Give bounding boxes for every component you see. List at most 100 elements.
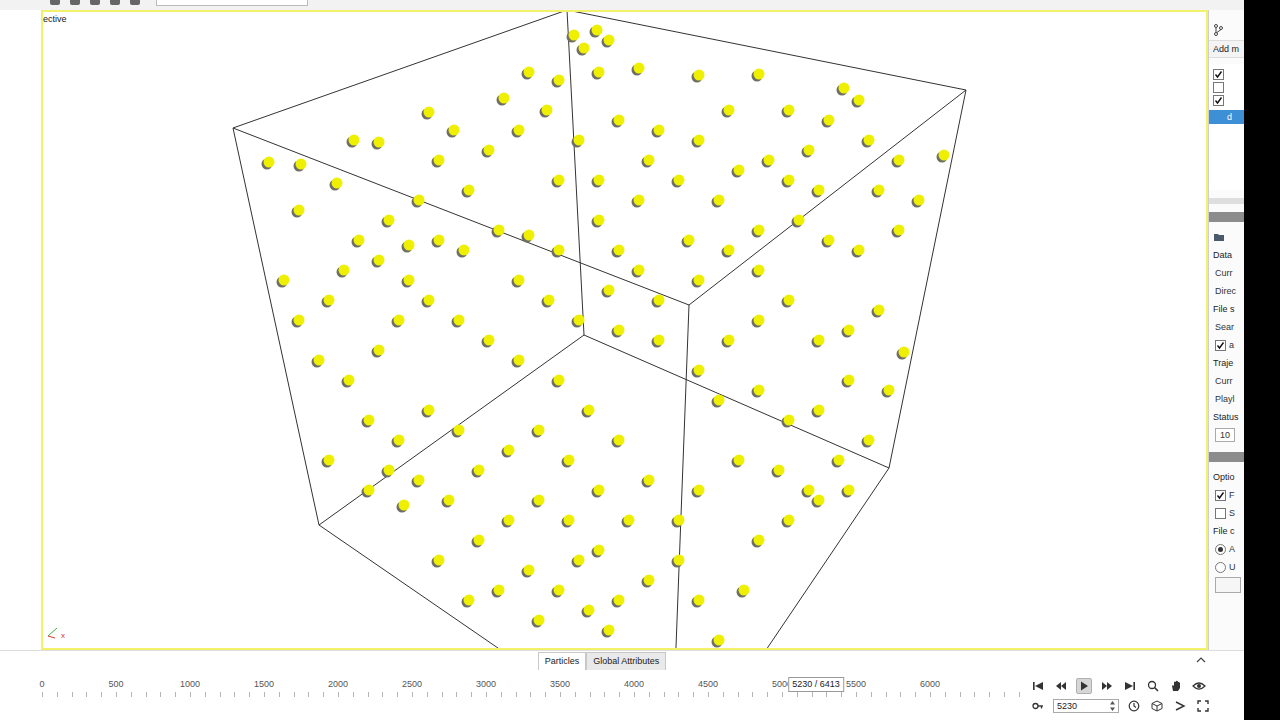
radio-row[interactable]: U xyxy=(1209,558,1244,576)
particle xyxy=(346,135,359,148)
panel-button[interactable] xyxy=(1209,576,1244,594)
particle xyxy=(471,465,484,478)
pipeline-icon[interactable] xyxy=(1213,24,1223,36)
orbit-button[interactable] xyxy=(1191,678,1207,694)
checkbox[interactable] xyxy=(1213,69,1224,80)
tick-label: 6000 xyxy=(920,679,940,689)
particle xyxy=(691,485,704,498)
particle xyxy=(491,585,504,598)
viewport[interactable]: ective x xyxy=(41,10,1208,650)
particle xyxy=(851,95,864,108)
particle xyxy=(711,395,724,408)
tab[interactable]: Particles xyxy=(538,652,587,670)
toolbar-icon[interactable] xyxy=(50,0,60,5)
fov-button[interactable] xyxy=(1172,698,1188,714)
particle xyxy=(561,455,574,468)
particle xyxy=(329,178,342,191)
particle xyxy=(721,245,734,258)
radio-button[interactable] xyxy=(1215,544,1226,555)
particle xyxy=(731,455,744,468)
particle xyxy=(831,455,844,468)
particle xyxy=(539,105,552,118)
forward-button[interactable] xyxy=(1099,678,1115,694)
particle xyxy=(441,495,454,508)
animation-settings-button[interactable] xyxy=(1126,698,1142,714)
chevron-up-icon[interactable] xyxy=(1196,656,1206,664)
tab[interactable]: Global Attributes xyxy=(586,652,666,670)
particle xyxy=(421,107,434,120)
maximize-button[interactable] xyxy=(1195,698,1211,714)
checkbox-row[interactable]: a xyxy=(1209,336,1244,354)
particle xyxy=(531,615,544,628)
particle xyxy=(811,335,824,348)
particle-scene[interactable] xyxy=(43,12,1207,648)
cell-edge xyxy=(319,335,584,525)
tick-label: 2500 xyxy=(402,679,422,689)
pan-button[interactable] xyxy=(1168,678,1184,694)
add-modification-button[interactable]: Add m xyxy=(1209,40,1244,58)
particle xyxy=(431,155,444,168)
check-icon xyxy=(1214,70,1223,79)
particle xyxy=(341,375,354,388)
zoom-all-button[interactable] xyxy=(1149,698,1165,714)
arrow-icon xyxy=(1174,700,1186,712)
checkbox[interactable] xyxy=(1213,95,1224,106)
toolbar-icon[interactable] xyxy=(130,0,140,5)
tick-marks xyxy=(42,692,1020,697)
radio-row[interactable]: A xyxy=(1209,540,1244,558)
particle xyxy=(751,385,764,398)
particle xyxy=(581,405,594,418)
toolbar-icon[interactable] xyxy=(70,0,80,5)
field-label: Curr xyxy=(1209,372,1244,390)
particle xyxy=(711,635,724,648)
checkbox[interactable] xyxy=(1215,490,1226,501)
particle xyxy=(736,585,749,598)
toolbar-icon[interactable] xyxy=(90,0,100,5)
particle xyxy=(421,295,434,308)
zoom-button[interactable] xyxy=(1145,678,1161,694)
pipeline-item[interactable]: d xyxy=(1209,110,1244,124)
particle xyxy=(881,385,894,398)
checkbox-row[interactable]: F xyxy=(1209,486,1244,504)
particle xyxy=(631,195,644,208)
first-button[interactable] xyxy=(1030,678,1046,694)
pipeline-item[interactable] xyxy=(1209,94,1244,107)
checkbox[interactable] xyxy=(1215,340,1226,351)
checkbox[interactable] xyxy=(1213,82,1224,93)
particle xyxy=(421,405,434,418)
viewport-caption[interactable]: ective xyxy=(43,14,67,24)
spinner-arrows-icon[interactable] xyxy=(1109,700,1116,712)
particle xyxy=(371,137,384,150)
pipeline-item[interactable] xyxy=(1209,68,1244,81)
particle xyxy=(571,555,584,568)
play-icon xyxy=(1078,680,1090,692)
scrollbar[interactable] xyxy=(1209,198,1244,204)
toolbar-field[interactable] xyxy=(156,0,308,6)
checkbox[interactable] xyxy=(1215,508,1226,519)
radio-button[interactable] xyxy=(1215,562,1226,573)
particle xyxy=(371,345,384,358)
particle xyxy=(601,625,614,638)
particle xyxy=(431,235,444,248)
particle xyxy=(631,265,644,278)
particle xyxy=(521,230,534,243)
axis-tripod: x xyxy=(45,626,65,640)
toolbar-icon[interactable] xyxy=(110,0,120,5)
frame-spinner[interactable]: 5230 xyxy=(1053,699,1119,713)
last-button[interactable] xyxy=(1122,678,1138,694)
play-button[interactable] xyxy=(1076,678,1092,694)
particle xyxy=(511,275,524,288)
folder-icon[interactable] xyxy=(1213,232,1225,242)
particle xyxy=(731,165,744,178)
keyframe-button[interactable] xyxy=(1030,698,1046,714)
pipeline-item[interactable] xyxy=(1209,81,1244,94)
time-slider[interactable]: 0500100015002000250030003500400045005000… xyxy=(42,670,1020,720)
particle xyxy=(351,235,364,248)
back-button[interactable] xyxy=(1053,678,1069,694)
folder-row[interactable] xyxy=(1209,228,1244,246)
particle xyxy=(751,225,764,238)
window-edge xyxy=(1244,0,1280,720)
particle xyxy=(571,135,584,148)
particle xyxy=(781,175,794,188)
checkbox-row[interactable]: S xyxy=(1209,504,1244,522)
